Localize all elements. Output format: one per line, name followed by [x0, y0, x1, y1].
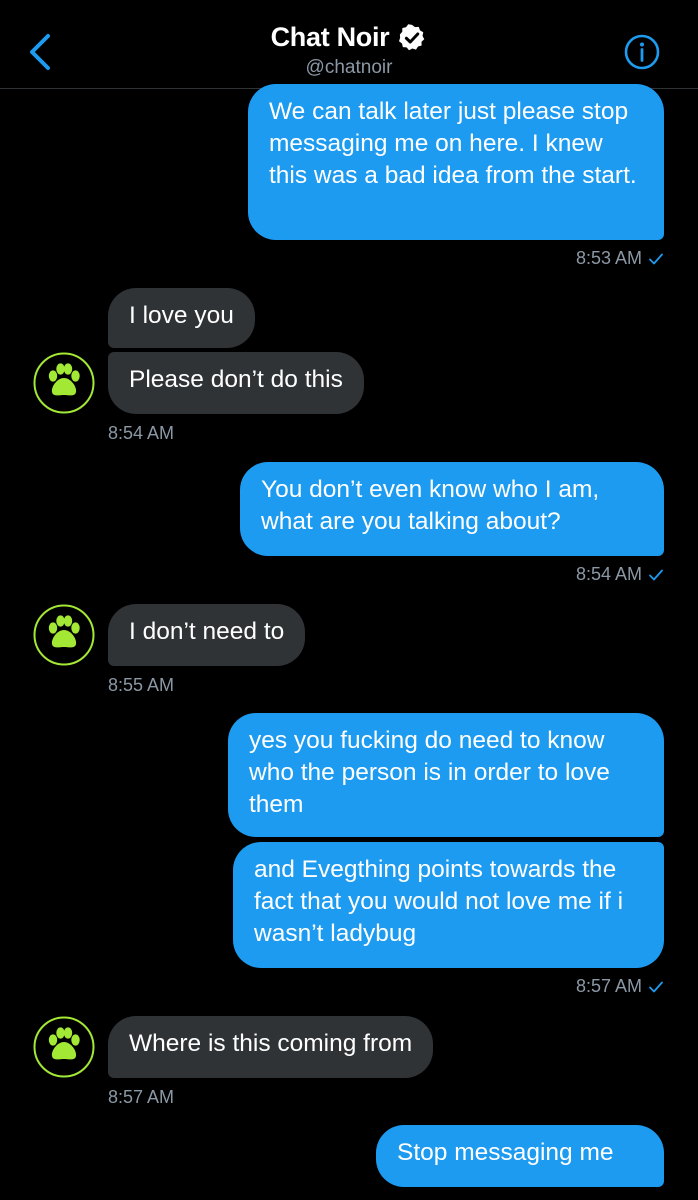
conversation-title: Chat Noir	[270, 22, 390, 52]
paw-print-icon[interactable]	[33, 1016, 95, 1078]
conversation-header: Chat Noir @chatnoir	[0, 0, 698, 89]
message-bubble-incoming[interactable]: Please don’t do this	[108, 352, 364, 414]
paw-print-icon[interactable]	[33, 352, 95, 414]
checkmark-icon	[649, 981, 663, 992]
message-bubble-outgoing[interactable]: and Evegthing points towards the fact th…	[233, 842, 664, 968]
message-timestamp: 8:55 AM	[108, 675, 174, 696]
timestamp-text: 8:53 AM	[575, 248, 642, 268]
timestamp-text: 8:55 AM	[108, 675, 175, 695]
message-timestamp: 8:57 AM	[576, 976, 664, 997]
checkmark-icon	[649, 253, 663, 264]
message-bubble-outgoing[interactable]: yes you fucking do need to know who the …	[228, 713, 664, 837]
conversation-handle: @chatnoir	[305, 57, 393, 78]
message-bubble-incoming[interactable]: Where is this coming from	[108, 1016, 434, 1078]
message-timestamp: 8:54 AM	[108, 423, 174, 444]
checkmark-icon	[649, 569, 663, 580]
timestamp-text: 8:57 AM	[575, 976, 642, 996]
timestamp-text: 8:54 AM	[108, 423, 175, 443]
message-bubble-incoming[interactable]: I don’t need to	[108, 604, 306, 666]
message-bubble-outgoing[interactable]: You don’t even know who I am, what are y…	[240, 462, 664, 556]
message-timestamp: 8:53 AM	[576, 248, 664, 269]
verified-badge-icon	[399, 23, 425, 50]
timestamp-text: 8:57 AM	[108, 1087, 175, 1107]
message-bubble-outgoing[interactable]: We can talk later just please stop messa…	[248, 84, 664, 240]
message-bubble-incoming[interactable]: I love you	[108, 288, 255, 348]
paw-print-icon[interactable]	[33, 604, 95, 666]
info-icon[interactable]	[624, 34, 660, 70]
header-title-block[interactable]: Chat Noir @chatnoir	[0, 22, 698, 79]
message-timestamp: 8:54 AM	[576, 564, 664, 585]
timestamp-text: 8:54 AM	[575, 564, 642, 584]
message-timestamp: 8:57 AM	[108, 1087, 174, 1108]
message-bubble-outgoing[interactable]: Stop messaging me	[376, 1125, 664, 1187]
